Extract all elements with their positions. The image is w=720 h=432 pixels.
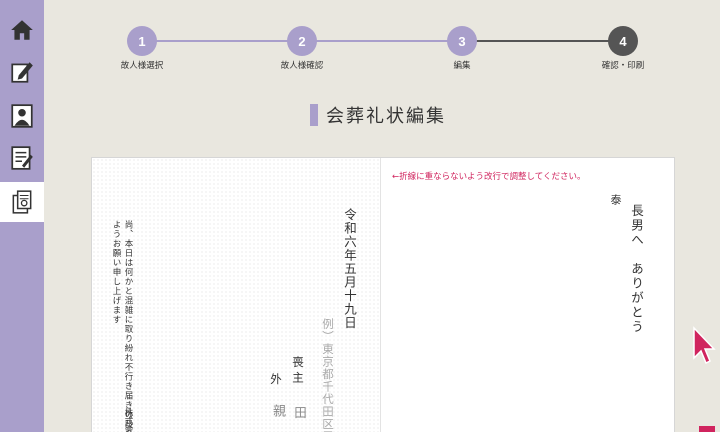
document-icon bbox=[11, 146, 33, 170]
sidebar-item-document[interactable] bbox=[4, 140, 40, 176]
sidebar-item-home[interactable] bbox=[4, 12, 40, 48]
message-text-line[interactable]: 泰 bbox=[607, 194, 623, 205]
mouse-cursor-icon bbox=[693, 326, 716, 365]
sidebar-item-portrait[interactable] bbox=[4, 98, 40, 134]
step-connector bbox=[142, 40, 302, 42]
step-2-circle[interactable]: 2 bbox=[287, 26, 317, 56]
step-4-label: 確認・印刷 bbox=[601, 61, 645, 71]
step-2-label: 故人様確認 bbox=[280, 61, 324, 71]
message-text-line[interactable]: 長男へ ありがとう bbox=[627, 204, 646, 335]
mourner-title: 喪主 bbox=[291, 356, 305, 387]
relatives-name[interactable]: 親 bbox=[268, 404, 287, 417]
step-1-label: 故人様選択 bbox=[120, 61, 164, 71]
fold-instruction: ←折線に重ならないよう改行で調整してください。 bbox=[392, 172, 586, 182]
letter-date[interactable]: 令和六年五月十九日 bbox=[340, 208, 359, 330]
scroll-indicator bbox=[699, 426, 715, 432]
relatives-title: 外 bbox=[269, 373, 283, 385]
step-connector bbox=[462, 40, 622, 42]
page-title: 会葬礼状編集 bbox=[326, 106, 446, 127]
letter-left-page: 尚、本日は何かと混雑に取り紛れ不行き届きの段あ ようお願い申し上げます 株式会 … bbox=[92, 158, 380, 432]
letter-note-text: 尚、本日は何かと混雑に取り紛れ不行き届きの段あ bbox=[123, 220, 133, 432]
sidebar-item-print[interactable] bbox=[0, 182, 44, 222]
edit-icon bbox=[11, 62, 33, 83]
home-icon bbox=[11, 20, 33, 40]
step-1-circle[interactable]: 1 bbox=[127, 26, 157, 56]
progress-stepper: 1 故人様選択 2 故人様確認 3 編集 4 確認・印刷 bbox=[100, 24, 660, 74]
sidebar-item-edit[interactable] bbox=[4, 54, 40, 90]
step-4-circle[interactable]: 4 bbox=[608, 26, 638, 56]
company-name: 株式会 bbox=[123, 408, 133, 432]
step-connector bbox=[302, 40, 462, 42]
step-3-label: 編集 bbox=[453, 61, 471, 71]
portrait-icon bbox=[11, 104, 33, 128]
title-accent-bar bbox=[310, 104, 318, 126]
sidebar bbox=[0, 0, 44, 432]
mourner-name[interactable]: 田 bbox=[290, 406, 309, 419]
address-field[interactable]: 例）東京都千代田区霞 bbox=[320, 318, 336, 432]
letter-note-text: ようお願い申し上げます bbox=[111, 220, 121, 325]
step-3-circle[interactable]: 3 bbox=[447, 26, 477, 56]
print-icon bbox=[12, 190, 32, 214]
letter-editor-card: 尚、本日は何かと混雑に取り紛れ不行き届きの段あ ようお願い申し上げます 株式会 … bbox=[91, 157, 675, 432]
